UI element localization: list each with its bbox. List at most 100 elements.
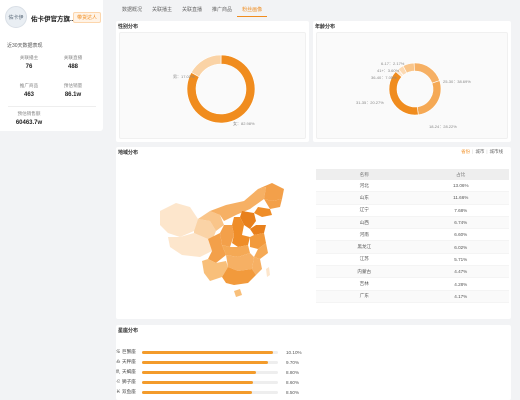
star-bar-track: [142, 390, 278, 394]
province-share: 4.17%: [454, 293, 468, 299]
age-label-31-35: 31-35：20.27%: [356, 100, 384, 105]
gender-male-slice[interactable]: [190, 54, 222, 78]
age-donut-chart: [388, 62, 442, 116]
province-share: 7.68%: [454, 207, 468, 213]
shop-tag-badge: 带货达人: [73, 12, 102, 23]
stat-label: 预估销量: [63, 83, 83, 88]
toggle-separator: |: [472, 149, 474, 154]
province-name: 江苏: [359, 256, 369, 262]
age-label-25-30: 25-30：38.69%: [443, 79, 471, 84]
star-label: 双鱼座: [122, 389, 136, 394]
province-name: 黑龙江: [357, 244, 372, 250]
table-row: 山东 11.66%: [316, 192, 509, 205]
star-bar-fill: [142, 360, 268, 364]
table-row: 黑龙江 6.02%: [316, 241, 509, 254]
star-value: 10.10%: [286, 349, 302, 355]
stat-value: 76: [25, 64, 33, 70]
stat-label: 关联播主: [19, 55, 39, 60]
table-row: 内蒙古 4.47%: [316, 266, 509, 279]
toggle-city-tier[interactable]: 城市线: [490, 149, 504, 154]
stat-label: 预估销售额: [17, 111, 41, 116]
map-region-hainan[interactable]: [234, 289, 242, 297]
star-row: ♓ 双鱼座 8.50%: [116, 388, 306, 396]
province-name: 河南: [359, 231, 369, 237]
province-name: 吉林: [359, 281, 369, 287]
map-region-taiwan[interactable]: [266, 267, 270, 277]
star-row: ♎ 天秤座 9.70%: [116, 358, 306, 366]
star-value: 9.70%: [286, 359, 300, 365]
province-name: 广东: [359, 293, 369, 299]
age-panel: 年龄分布 6-17：2.17% 41+：3.60% 36-40：7.05% 31…: [313, 21, 511, 142]
table-row: 吉林 4.28%: [316, 278, 509, 291]
tab-bar: 数据概况 关联播主 关联直播 推广商品 粉丝画像: [117, 4, 268, 17]
age-label-18-24: 18-24：28.22%: [429, 124, 457, 129]
province-share: 6.60%: [454, 232, 468, 238]
province-name: 内蒙古: [357, 268, 372, 274]
tab-overview[interactable]: 数据概况: [117, 4, 147, 17]
stat-promoted-products: 推广商品 463: [9, 83, 49, 98]
toggle-city[interactable]: 城市: [475, 149, 484, 154]
table-row: 辽宁 7.68%: [316, 205, 509, 217]
star-bar-fill: [142, 370, 256, 374]
toggle-province[interactable]: 省份: [461, 149, 470, 154]
province-share: 11.66%: [453, 195, 469, 201]
star-bar-track: [142, 350, 278, 354]
divider: [8, 106, 96, 107]
tab-streamers[interactable]: 关联播主: [147, 4, 177, 17]
age-title: 年龄分布: [315, 24, 336, 30]
star-bar-track: [142, 380, 278, 384]
star-value: 8.80%: [286, 369, 300, 375]
star-label: 狮子座: [122, 379, 136, 384]
table-row: 江苏 5.71%: [316, 254, 509, 267]
period-label: 近30天数据表现: [7, 43, 43, 49]
table-row: 河南 6.60%: [316, 229, 509, 242]
region-title: 地域分布: [118, 150, 139, 156]
gender-panel: 性别分布 男：17.02% 女：82.98%: [116, 21, 309, 142]
province-share: 6.02%: [454, 244, 468, 250]
stat-value: 463: [23, 92, 34, 98]
age-label-6-17: 6-17：2.17%: [381, 61, 405, 66]
shop-name[interactable]: 佑卡伊官方旗...: [31, 13, 75, 23]
star-row: ♏ 天蝎座 8.80%: [116, 368, 306, 376]
province-share: 13.06%: [452, 183, 469, 189]
star-label: 天蝎座: [122, 369, 136, 374]
china-region-map[interactable]: [154, 181, 294, 303]
star-bar-track: [142, 370, 278, 374]
table-row: 广东 4.17%: [316, 290, 509, 303]
province-share: 5.71%: [454, 256, 468, 262]
map-region-shaanxi[interactable]: [220, 225, 234, 247]
province-name: 河北: [359, 182, 369, 188]
province-name: 山西: [359, 219, 369, 225]
table-row: 山西 6.74%: [316, 216, 509, 230]
star-bar-fill: [142, 380, 254, 384]
stat-label: 推广商品: [19, 83, 39, 88]
age-label-36-40: 36-40：7.05%: [371, 75, 397, 80]
region-toggle-group: 省份 | 城市 | 城市线: [461, 149, 503, 155]
stat-value: 60463.7w: [15, 120, 43, 126]
map-region-xinjiang[interactable]: [160, 203, 198, 237]
map-region-liaoning[interactable]: [254, 207, 272, 217]
province-share: 6.74%: [454, 220, 468, 226]
province-name: 山东: [359, 194, 369, 200]
province-name: 辽宁: [359, 207, 369, 213]
province-table: 名称 占比 河北 13.06% 山东 11.66% 辽宁 7.68% 山西 6.74% …: [316, 169, 509, 303]
gender-title: 性别分布: [118, 24, 139, 30]
star-value: 8.60%: [286, 379, 300, 385]
age-slice-3[interactable]: [413, 62, 440, 84]
star-bar-fill: [142, 390, 253, 394]
province-share: 4.47%: [454, 269, 468, 275]
tab-fan-profile[interactable]: 粉丝画像: [237, 4, 268, 17]
age-slice-4[interactable]: [416, 80, 442, 116]
shop-logo-text: 佑卡伊: [8, 14, 24, 21]
star-bar-fill: [142, 350, 273, 354]
star-row: ♌ 狮子座 8.60%: [116, 378, 306, 386]
stat-related-streamers: 关联播主 76: [9, 55, 49, 70]
tab-lives[interactable]: 关联直播: [177, 4, 207, 17]
toggle-separator: |: [486, 149, 488, 154]
gender-female-label: 女：82.98%: [233, 121, 255, 126]
tab-products[interactable]: 推广商品: [207, 4, 237, 17]
shop-summary-card: 佑卡伊 佑卡伊官方旗... 带货达人 近30天数据表现 关联播主 76 关联直播…: [0, 0, 103, 131]
star-row: ♋ 巨蟹座 10.10%: [116, 348, 306, 356]
star-label: 巨蟹座: [122, 349, 136, 354]
stat-value: 488: [67, 64, 78, 70]
